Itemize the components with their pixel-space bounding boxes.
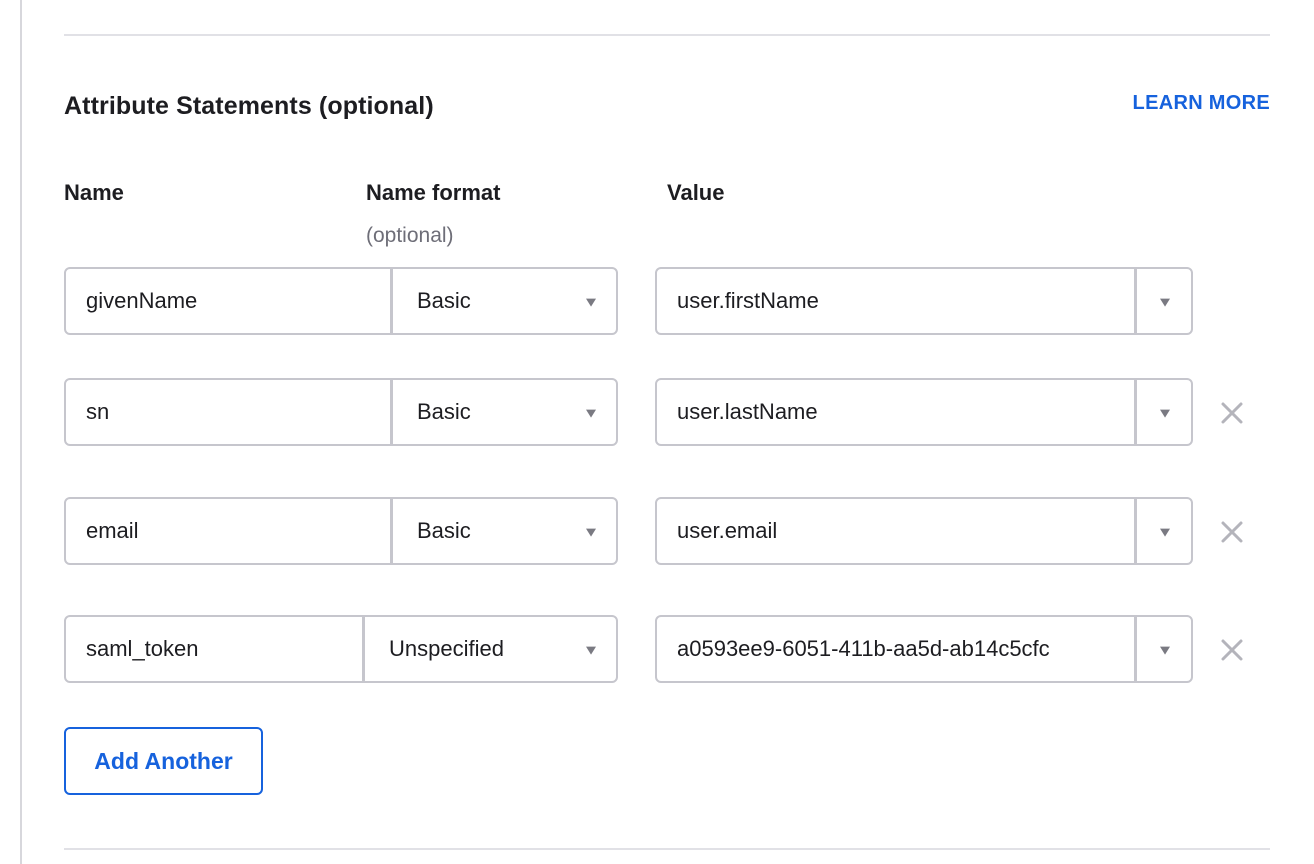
attribute-value-input[interactable] xyxy=(657,380,1134,444)
caret-down-icon xyxy=(586,528,596,537)
caret-down-icon xyxy=(586,409,596,418)
name-format-select[interactable]: Basic xyxy=(393,269,616,333)
column-header-value: Value xyxy=(667,180,725,205)
value-dropdown-toggle[interactable] xyxy=(1137,380,1191,444)
name-format-value: Unspecified xyxy=(389,636,504,661)
name-format-value: Basic xyxy=(417,518,471,543)
name-format-select[interactable]: Basic xyxy=(393,499,616,563)
caret-down-icon xyxy=(586,646,596,655)
attribute-row: Basic xyxy=(64,267,1264,335)
close-x-icon xyxy=(1221,521,1243,543)
attribute-row: Unspecified xyxy=(64,615,1264,683)
attribute-name-input[interactable] xyxy=(66,617,362,681)
value-group xyxy=(655,497,1193,565)
attribute-row: Basic xyxy=(64,378,1264,446)
value-group xyxy=(655,378,1193,446)
column-header-name-format: Name format xyxy=(366,180,501,205)
section-title: Attribute Statements (optional) xyxy=(64,92,434,120)
value-dropdown-toggle[interactable] xyxy=(1137,499,1191,563)
attribute-value-input[interactable] xyxy=(657,269,1134,333)
learn-more-link[interactable]: LEARN MORE xyxy=(1133,92,1270,115)
name-format-group: Basic xyxy=(64,378,618,446)
caret-down-icon xyxy=(586,298,596,307)
caret-down-icon xyxy=(1160,409,1170,418)
name-format-select[interactable]: Basic xyxy=(393,380,616,444)
attribute-value-input[interactable] xyxy=(657,617,1134,681)
remove-row-button[interactable] xyxy=(1219,400,1245,426)
caret-down-icon xyxy=(1160,646,1170,655)
attribute-value-input[interactable] xyxy=(657,499,1134,563)
name-format-group: Unspecified xyxy=(64,615,618,683)
caret-down-icon xyxy=(1160,528,1170,537)
attribute-row: Basic xyxy=(64,497,1264,565)
attribute-name-input[interactable] xyxy=(66,269,390,333)
remove-row-button[interactable] xyxy=(1219,637,1245,663)
attribute-name-input[interactable] xyxy=(66,380,390,444)
close-x-icon xyxy=(1221,402,1243,424)
name-format-value: Basic xyxy=(417,288,471,313)
close-x-icon xyxy=(1221,639,1243,661)
name-format-group: Basic xyxy=(64,267,618,335)
caret-down-icon xyxy=(1160,298,1170,307)
column-header-name: Name xyxy=(64,180,124,205)
value-group xyxy=(655,615,1193,683)
left-border xyxy=(20,0,22,864)
name-format-value: Basic xyxy=(417,399,471,424)
value-group xyxy=(655,267,1193,335)
value-dropdown-toggle[interactable] xyxy=(1137,617,1191,681)
section-divider-top xyxy=(64,34,1270,36)
section-divider-bottom xyxy=(64,848,1270,850)
name-format-group: Basic xyxy=(64,497,618,565)
remove-row-button[interactable] xyxy=(1219,519,1245,545)
attribute-name-input[interactable] xyxy=(66,499,390,563)
name-format-select[interactable]: Unspecified xyxy=(365,617,616,681)
value-dropdown-toggle[interactable] xyxy=(1137,269,1191,333)
column-header-optional-hint: (optional) xyxy=(366,224,454,247)
add-another-button[interactable]: Add Another xyxy=(64,727,263,795)
